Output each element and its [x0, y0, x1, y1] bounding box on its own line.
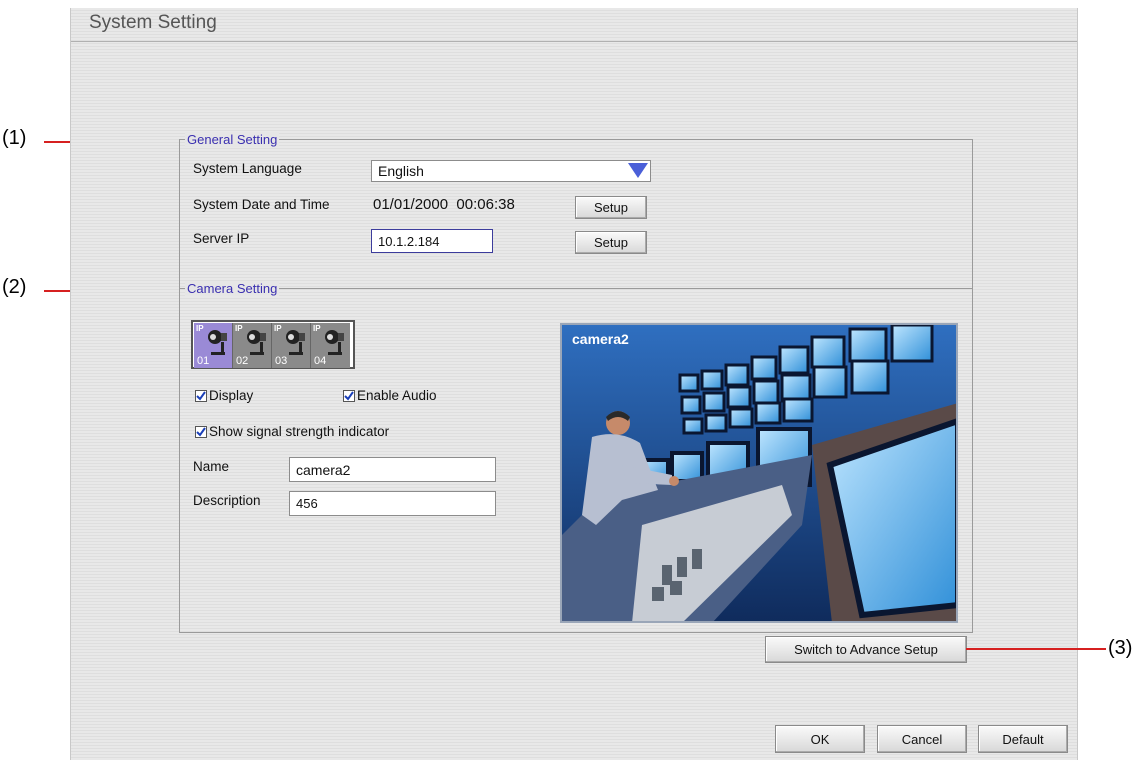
system-setting-window: System Setting General Setting System La… [70, 8, 1078, 760]
signal-checkbox-row[interactable]: Show signal strength indicator [195, 424, 389, 439]
server-ip-setup-button[interactable]: Setup [575, 231, 647, 254]
camera-tab-03[interactable]: IP 03 [272, 323, 311, 368]
default-button[interactable]: Default [978, 725, 1068, 753]
name-field[interactable]: camera2 [289, 457, 496, 482]
server-ip-label: Server IP [193, 231, 250, 246]
system-language-label: System Language [193, 161, 302, 176]
datetime-setup-button[interactable]: Setup [575, 196, 647, 219]
camera-tab-01[interactable]: IP 01 [194, 323, 233, 368]
camera-number: 03 [275, 355, 288, 367]
system-datetime-value: 01/01/2000 00:06:38 [373, 196, 515, 213]
camera-setting-title: Camera Setting [185, 281, 280, 296]
callout-3: (3) [1108, 637, 1133, 659]
description-label: Description [193, 493, 261, 508]
checkmark-icon [196, 426, 206, 437]
preview-caption: camera2 [572, 331, 629, 347]
server-ip-field[interactable]: 10.1.2.184 [371, 229, 493, 253]
signal-strength-label: Show signal strength indicator [209, 424, 390, 439]
checkmark-icon [344, 390, 354, 401]
ok-button[interactable]: OK [775, 725, 865, 753]
camera-ip-badge: IP [235, 324, 243, 333]
display-checkbox[interactable] [195, 389, 207, 402]
callout-2: (2) [2, 276, 27, 298]
camera-preview: camera2 [560, 323, 958, 623]
name-label: Name [193, 459, 230, 474]
system-language-value: English [378, 163, 424, 179]
camera-ip-badge: IP [196, 324, 204, 333]
camera-number: 02 [236, 355, 249, 367]
enable-audio-checkbox-row[interactable]: Enable Audio [343, 388, 437, 403]
camera-number: 01 [197, 355, 210, 367]
system-datetime-label: System Date and Time [193, 197, 330, 212]
system-language-select[interactable]: English [371, 160, 651, 182]
signal-strength-checkbox[interactable] [195, 425, 207, 438]
description-field[interactable]: 456 [289, 491, 496, 516]
checkmark-icon [196, 390, 206, 401]
camera-tab-02[interactable]: IP 02 [233, 323, 272, 368]
camera-icon [286, 330, 305, 355]
enable-audio-checkbox[interactable] [343, 389, 355, 402]
camera-icon [247, 330, 266, 355]
title-divider [71, 41, 1077, 42]
camera-selector: IP 01 IP 02 IP 03 IP 04 [191, 320, 355, 369]
camera-ip-badge: IP [274, 324, 282, 333]
camera-icon [325, 330, 344, 355]
display-checkbox-row[interactable]: Display [195, 388, 253, 403]
display-label: Display [209, 388, 254, 403]
surveillance-preview-image [562, 325, 956, 621]
dropdown-arrow-icon[interactable] [628, 163, 648, 178]
window-title: System Setting [89, 12, 217, 33]
cancel-button[interactable]: Cancel [877, 725, 967, 753]
camera-icon [208, 330, 227, 355]
callout-1: (1) [2, 127, 27, 149]
camera-number: 04 [314, 355, 327, 367]
camera-tab-04[interactable]: IP 04 [311, 323, 350, 368]
switch-advance-setup-button[interactable]: Switch to Advance Setup [765, 636, 967, 663]
general-setting-title: General Setting [185, 132, 280, 147]
camera-ip-badge: IP [313, 324, 321, 333]
callout-3-line [966, 648, 1106, 650]
enable-audio-label: Enable Audio [357, 388, 437, 403]
